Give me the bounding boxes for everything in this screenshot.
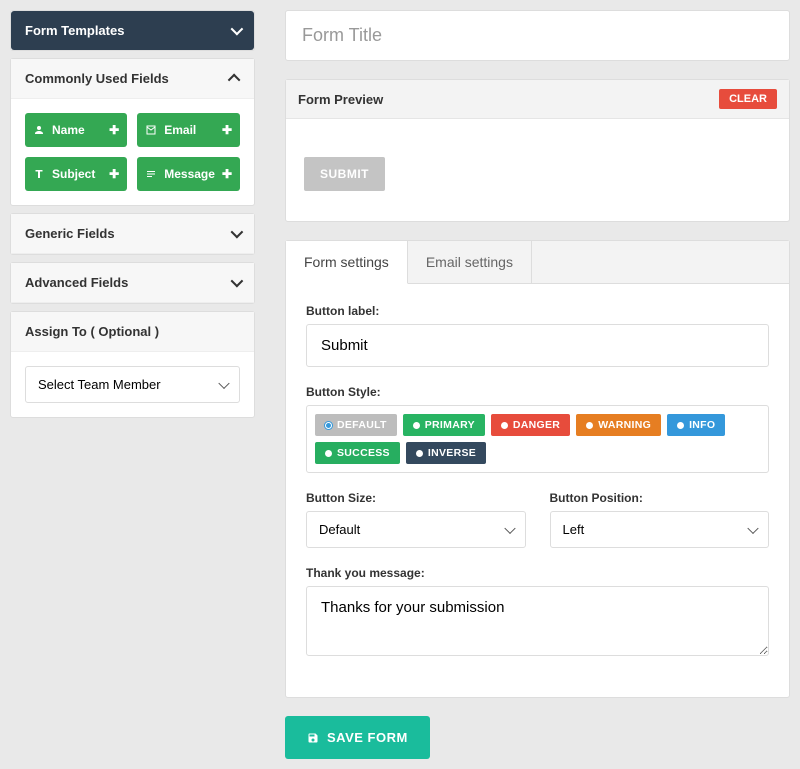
style-info-option[interactable]: INFO (667, 414, 725, 436)
radio-icon (586, 422, 593, 429)
radio-icon (413, 422, 420, 429)
radio-icon (325, 450, 332, 457)
chevron-up-icon (228, 74, 241, 87)
radio-icon (677, 422, 684, 429)
plus-icon: ✚ (109, 167, 119, 181)
user-icon (33, 124, 45, 136)
plus-icon: ✚ (222, 167, 232, 181)
style-success-option[interactable]: SUCCESS (315, 442, 400, 464)
thankyou-textarea[interactable] (306, 586, 769, 656)
field-name-button[interactable]: Name✚ (25, 113, 127, 147)
common-fields-label: Commonly Used Fields (25, 71, 169, 86)
form-title-input[interactable] (285, 10, 790, 61)
button-size-label: Button Size: (306, 491, 526, 505)
plus-icon: ✚ (222, 123, 232, 137)
save-form-button[interactable]: SAVE FORM (285, 716, 430, 759)
chevron-down-icon (231, 226, 244, 239)
save-icon (307, 732, 319, 744)
style-danger-option[interactable]: DANGER (491, 414, 570, 436)
field-email-button[interactable]: Email✚ (137, 113, 240, 147)
assign-to-select[interactable]: Select Team Member (25, 366, 240, 403)
assign-to-header: Assign To ( Optional ) (11, 312, 254, 352)
radio-icon (501, 422, 508, 429)
style-warning-option[interactable]: WARNING (576, 414, 661, 436)
style-default-option[interactable]: DEFAULT (315, 414, 397, 436)
form-preview-label: Form Preview (298, 92, 383, 107)
chevron-down-icon (231, 275, 244, 288)
field-message-button[interactable]: Message✚ (137, 157, 240, 191)
thankyou-label: Thank you message: (306, 566, 769, 580)
common-fields-header[interactable]: Commonly Used Fields (11, 59, 254, 99)
radio-icon (325, 422, 332, 429)
form-templates-header[interactable]: Form Templates (11, 11, 254, 50)
clear-button[interactable]: CLEAR (719, 89, 777, 109)
button-size-select[interactable]: Default (306, 511, 526, 548)
button-label-input[interactable] (306, 324, 769, 367)
field-subject-button[interactable]: Subject✚ (25, 157, 127, 191)
plus-icon: ✚ (109, 123, 119, 137)
button-position-select[interactable]: Left (550, 511, 770, 548)
assign-to-label: Assign To ( Optional ) (25, 324, 159, 339)
text-icon (33, 168, 45, 180)
button-label-label: Button label: (306, 304, 769, 318)
tab-form-settings[interactable]: Form settings (286, 241, 408, 284)
advanced-fields-header[interactable]: Advanced Fields (11, 263, 254, 303)
tab-email-settings[interactable]: Email settings (408, 241, 532, 283)
generic-fields-label: Generic Fields (25, 226, 115, 241)
style-inverse-option[interactable]: INVERSE (406, 442, 486, 464)
chevron-down-icon (231, 23, 244, 36)
lines-icon (145, 168, 157, 180)
style-primary-option[interactable]: PRIMARY (403, 414, 485, 436)
button-position-label: Button Position: (550, 491, 770, 505)
generic-fields-header[interactable]: Generic Fields (11, 214, 254, 254)
button-style-label: Button Style: (306, 385, 769, 399)
radio-icon (416, 450, 423, 457)
form-templates-label: Form Templates (25, 23, 124, 38)
save-form-label: SAVE FORM (327, 730, 408, 745)
advanced-fields-label: Advanced Fields (25, 275, 128, 290)
mail-icon (145, 124, 157, 136)
submit-preview-button[interactable]: SUBMIT (304, 157, 385, 191)
